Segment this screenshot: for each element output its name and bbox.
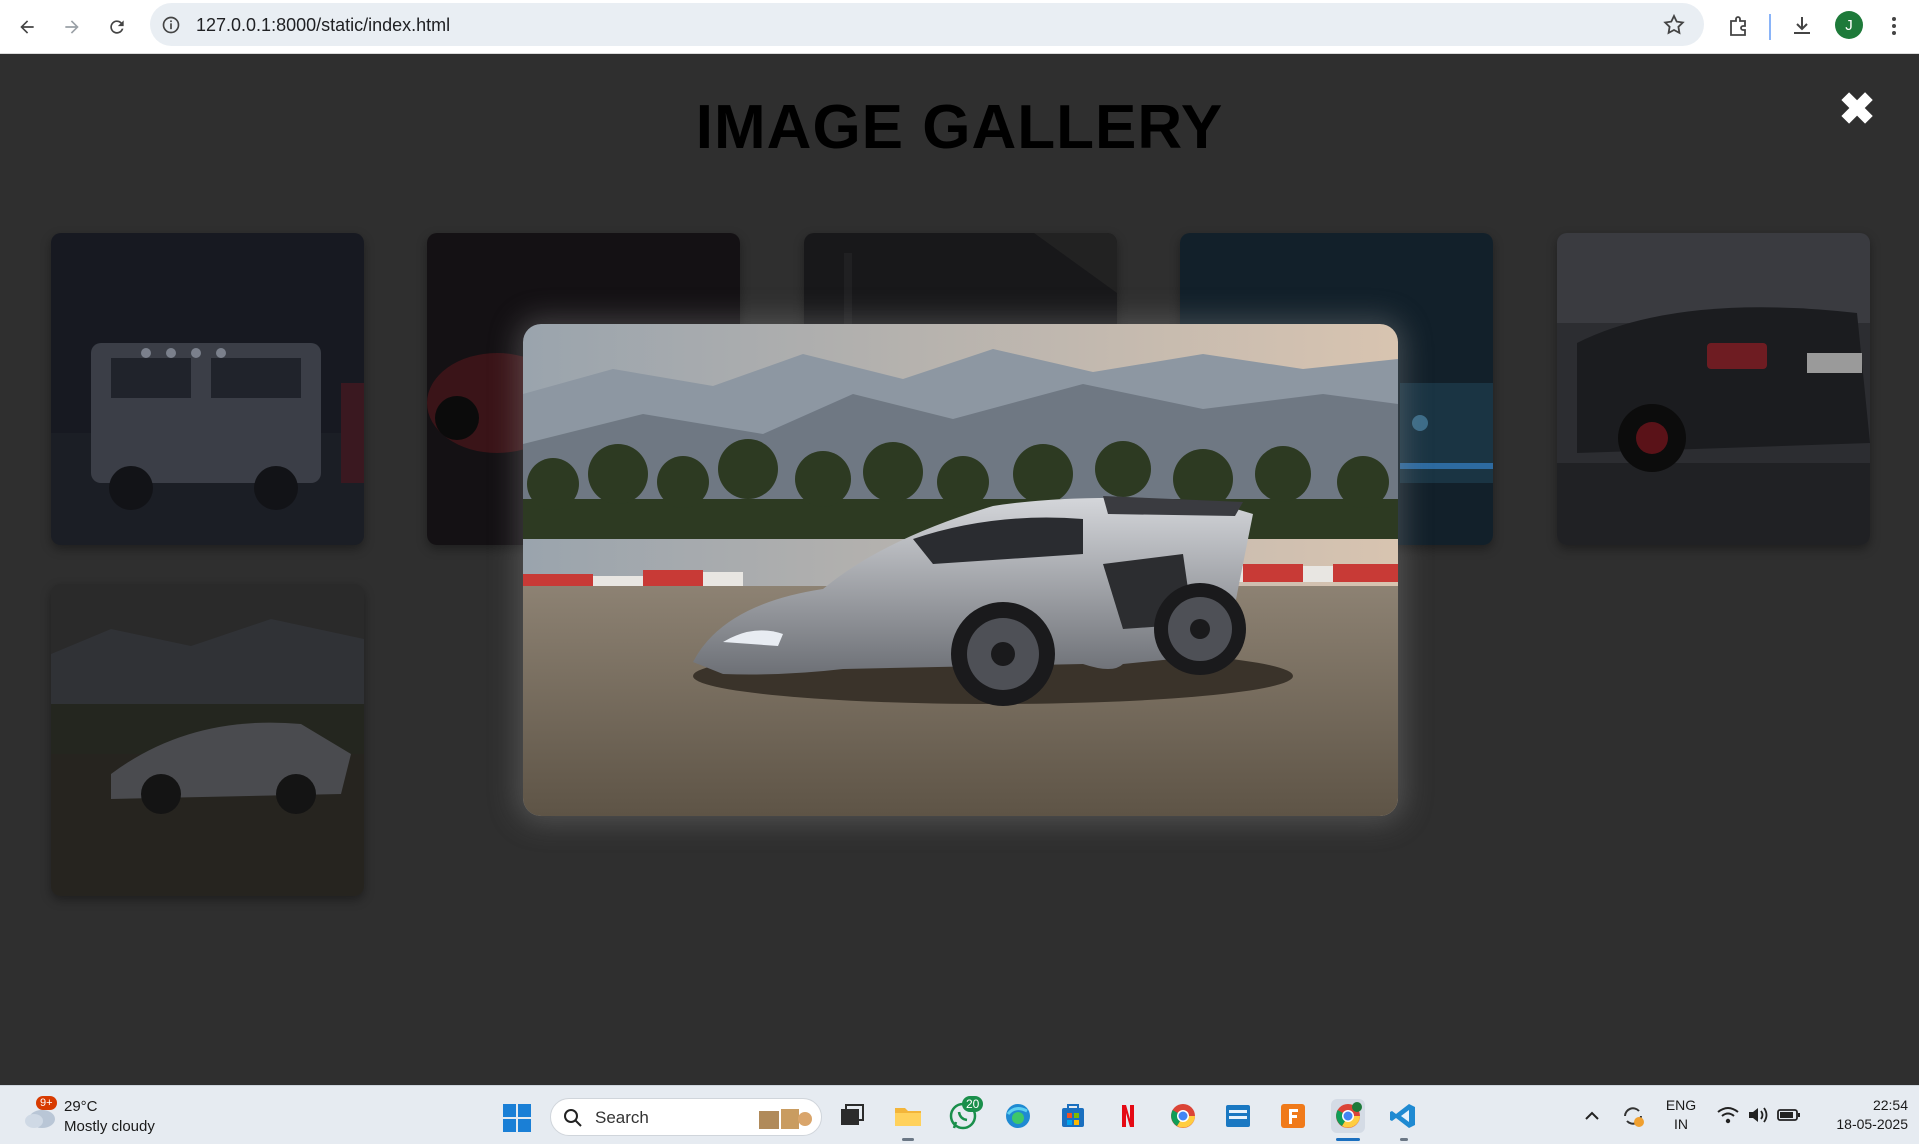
site-info-icon[interactable] (160, 14, 182, 36)
active-indicator (902, 1138, 914, 1141)
menu-icon[interactable] (1880, 12, 1908, 40)
browser-toolbar: 127.0.0.1:8000/static/index.html J (0, 0, 1919, 54)
fus-app-icon[interactable] (1276, 1099, 1310, 1133)
store-icon[interactable] (1056, 1099, 1090, 1133)
search-highlight-icon (759, 1109, 812, 1129)
file-explorer-icon[interactable] (891, 1099, 925, 1133)
search-placeholder: Search (595, 1108, 649, 1127)
sync-icon[interactable] (1620, 1103, 1646, 1129)
volume-icon[interactable] (1746, 1104, 1770, 1126)
start-icon[interactable] (502, 1103, 532, 1133)
whatsapp-badge: 20 (962, 1096, 984, 1112)
clock-date: 18-05-2025 (1836, 1116, 1908, 1132)
silver-hypercar-thumb-image (51, 584, 364, 896)
gallery-page: IMAGE GALLERY ✖ (0, 54, 1919, 1085)
clock[interactable]: 22:54 18-05-2025 (1812, 1096, 1908, 1134)
wifi-icon[interactable] (1716, 1104, 1740, 1126)
edge-icon[interactable] (1001, 1099, 1035, 1133)
forward-icon[interactable] (54, 9, 90, 45)
lightbox-image[interactable] (523, 324, 1398, 816)
gallery-thumbnail-6[interactable] (51, 584, 364, 896)
url-text[interactable]: 127.0.0.1:8000/static/index.html (196, 15, 450, 36)
page-title: IMAGE GALLERY (695, 93, 1224, 162)
extensions-icon[interactable] (1725, 12, 1753, 40)
weather-temp: 29°C (64, 1098, 98, 1115)
prime-video-icon[interactable] (1221, 1099, 1255, 1133)
lang-line1: ENG (1665, 1097, 1697, 1113)
close-lightbox-button[interactable]: ✖ (1836, 85, 1878, 134)
windows-taskbar: 9+ 29°C Mostly cloudy Search 20 ENG IN 2… (0, 1085, 1919, 1144)
toolbar-divider (1769, 14, 1771, 40)
chevron-up-icon[interactable] (1582, 1106, 1602, 1126)
black-mercedes-rear-image (1557, 233, 1870, 545)
silver-hypercar-desert-image (523, 324, 1398, 816)
vscode-icon[interactable] (1386, 1099, 1420, 1133)
active-indicator-chrome (1336, 1138, 1360, 1141)
address-bar[interactable]: 127.0.0.1:8000/static/index.html (150, 3, 1704, 46)
search-icon (564, 1109, 582, 1127)
profile-avatar[interactable]: J (1835, 11, 1863, 39)
language-indicator[interactable]: ENG IN (1664, 1096, 1698, 1134)
reload-icon[interactable] (99, 9, 135, 45)
chrome-icon[interactable] (1166, 1099, 1200, 1133)
gallery-thumbnail-5[interactable] (1557, 233, 1870, 545)
weather-badge: 9+ (36, 1096, 57, 1110)
netflix-icon[interactable] (1111, 1099, 1145, 1133)
gallery-thumbnail-1[interactable] (51, 233, 364, 545)
bookmark-star-icon[interactable] (1662, 13, 1686, 37)
weather-condition: Mostly cloudy (64, 1118, 155, 1135)
battery-icon[interactable] (1776, 1105, 1802, 1125)
weather-widget[interactable]: 9+ 29°C Mostly cloudy (20, 1094, 170, 1138)
clock-time: 22:54 (1872, 1097, 1908, 1113)
task-view-icon[interactable] (835, 1099, 869, 1133)
lang-line2: IN (1674, 1116, 1688, 1132)
downloads-icon[interactable] (1788, 12, 1816, 40)
suv-night-image (51, 233, 364, 545)
taskbar-search[interactable]: Search (550, 1098, 822, 1136)
active-indicator-vscode (1400, 1138, 1408, 1141)
back-icon[interactable] (9, 9, 45, 45)
chrome-profile-icon[interactable] (1331, 1099, 1365, 1133)
